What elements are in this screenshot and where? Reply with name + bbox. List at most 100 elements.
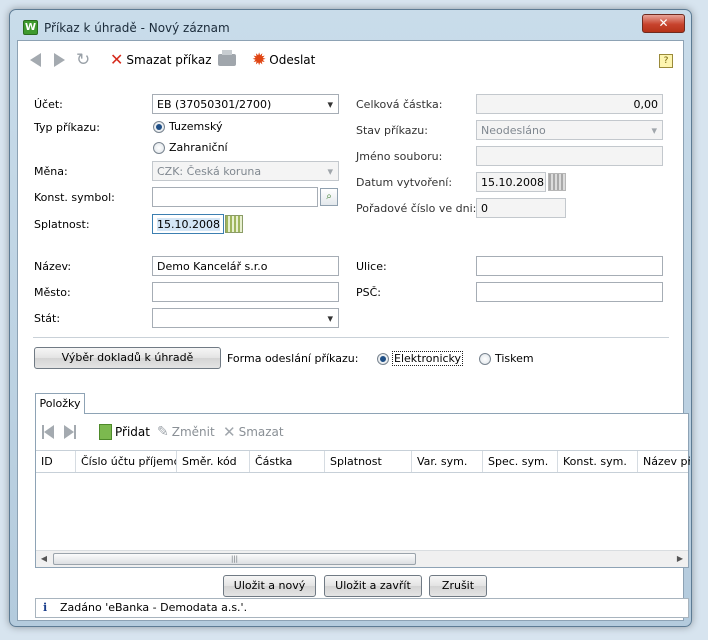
zip-input[interactable]: [476, 282, 663, 302]
electronic-text: Elektronicky: [392, 351, 464, 366]
main-toolbar: ↻ ✕ Smazat příkaz ✹ Odeslat ?: [18, 41, 683, 77]
total-amount-label: Celková částka:: [356, 98, 443, 111]
delete-order-button[interactable]: ✕ Smazat příkaz: [110, 50, 212, 70]
save-close-button[interactable]: Uložit a zavřít: [324, 575, 422, 597]
delete-x-icon: ✕: [110, 50, 124, 69]
horizontal-scrollbar[interactable]: ◀ ||| ▶: [36, 550, 688, 567]
print-radio[interactable]: [479, 353, 491, 365]
delete-item-button[interactable]: ✕ Smazat: [223, 422, 284, 442]
column-spec-symbol[interactable]: Spec. sym.: [483, 451, 558, 472]
toolbar-separator: [244, 50, 245, 70]
const-symbol-label: Konst. symbol:: [34, 191, 115, 204]
printer-icon: [218, 50, 236, 66]
first-record-button[interactable]: [42, 422, 54, 442]
delete-item-label: Smazat: [238, 425, 284, 439]
scroll-right-icon[interactable]: ▶: [675, 554, 685, 564]
items-toolbar-separator: [88, 422, 89, 442]
account-label: Účet:: [34, 98, 63, 111]
items-toolbar: Přidat ✎ Změnit ✕ Smazat: [36, 414, 688, 448]
last-record-button[interactable]: [64, 422, 76, 442]
gear-icon: ✹: [252, 50, 267, 70]
refresh-icon: ↻: [76, 50, 91, 70]
info-icon: i: [43, 601, 48, 614]
const-symbol-input[interactable]: [152, 187, 318, 207]
column-const-symbol[interactable]: Konst. sym.: [558, 451, 638, 472]
toolbar-separator: [211, 50, 212, 70]
print-button[interactable]: [218, 50, 236, 70]
order-state-label: Stav příkazu:: [356, 124, 428, 137]
help-icon[interactable]: ?: [659, 54, 673, 68]
daily-order-label: Pořadové číslo ve dni:: [356, 202, 477, 215]
file-name-label: Jméno souboru:: [356, 150, 443, 163]
close-button[interactable]: ✕: [642, 14, 685, 33]
name-label: Název:: [34, 260, 72, 273]
domestic-label[interactable]: Tuzemský: [169, 120, 223, 133]
edit-item-button[interactable]: ✎ Změnit: [157, 422, 215, 442]
due-date-label: Splatnost:: [34, 218, 90, 231]
electronic-radio[interactable]: [377, 353, 389, 365]
column-amount[interactable]: Částka: [250, 451, 325, 472]
add-item-button[interactable]: Přidat: [99, 422, 150, 442]
save-new-button[interactable]: Uložit a nový: [223, 575, 316, 597]
window-title: Příkaz k úhradě - Nový záznam: [44, 21, 230, 35]
column-due-date[interactable]: Splatnost: [325, 451, 412, 472]
currency-label: Měna:: [34, 165, 68, 178]
country-select[interactable]: [152, 308, 339, 328]
select-documents-button[interactable]: Výběr dokladů k úhradě: [34, 347, 221, 369]
delete-item-icon: ✕: [223, 423, 236, 441]
zip-label: PSČ:: [356, 286, 382, 299]
total-amount-field: 0,00: [476, 94, 663, 114]
daily-order-field: 0: [476, 198, 566, 218]
forward-button[interactable]: [54, 50, 65, 70]
edit-item-label: Změnit: [171, 425, 215, 439]
cancel-button[interactable]: Zrušit: [429, 575, 487, 597]
column-recipient-name[interactable]: Název příj: [638, 451, 690, 472]
section-divider: [33, 337, 669, 338]
first-record-icon: [42, 425, 54, 439]
due-date-value: 15.10.2008: [157, 218, 220, 231]
created-date-field: 15.10.2008: [476, 172, 546, 192]
items-grid-header: ID Číslo účtu příjemce Směr. kód Částka …: [36, 450, 690, 473]
scroll-left-icon[interactable]: ◀: [39, 554, 49, 564]
foreign-label[interactable]: Zahraniční: [169, 141, 228, 154]
column-bank-code[interactable]: Směr. kód: [177, 451, 250, 472]
refresh-button[interactable]: ↻: [76, 50, 90, 70]
dialog-client: ↻ ✕ Smazat příkaz ✹ Odeslat ? Účet: EB (…: [17, 40, 690, 621]
domestic-radio[interactable]: [153, 121, 165, 133]
street-input[interactable]: [476, 256, 663, 276]
items-panel: Přidat ✎ Změnit ✕ Smazat ID Číslo účtu p…: [35, 413, 690, 568]
arrow-left-icon: [30, 53, 41, 67]
add-document-icon: [99, 424, 112, 440]
column-id[interactable]: ID: [36, 451, 76, 472]
order-state-select: Neodesláno: [476, 120, 663, 140]
calendar-disabled-icon: [548, 173, 566, 191]
file-name-field: [476, 146, 663, 166]
column-account[interactable]: Číslo účtu příjemce: [76, 451, 177, 472]
foreign-radio[interactable]: [153, 142, 165, 154]
lookup-icon[interactable]: ⌕: [320, 188, 338, 206]
tab-items[interactable]: Položky: [35, 393, 85, 414]
delete-order-label: Smazat příkaz: [126, 53, 212, 67]
last-record-icon: [64, 425, 76, 439]
name-input[interactable]: Demo Kancelář s.r.o: [152, 256, 339, 276]
street-label: Ulice:: [356, 260, 387, 273]
back-button[interactable]: [30, 50, 41, 70]
print-label[interactable]: Tiskem: [495, 352, 534, 365]
scroll-thumb[interactable]: |||: [53, 553, 416, 565]
city-input[interactable]: [152, 282, 339, 302]
edit-pencil-icon: ✎: [157, 424, 169, 440]
add-item-label: Přidat: [115, 425, 150, 439]
city-label: Město:: [34, 286, 71, 299]
arrow-right-icon: [54, 53, 65, 67]
calendar-icon[interactable]: [225, 215, 243, 233]
currency-select[interactable]: CZK: Česká koruna: [152, 161, 339, 181]
title-bar[interactable]: W Příkaz k úhradě - Nový záznam ✕: [10, 10, 691, 38]
send-button[interactable]: ✹ Odeslat: [252, 50, 315, 70]
send-form-label: Forma odeslání příkazu:: [227, 352, 359, 365]
column-var-symbol[interactable]: Var. sym.: [412, 451, 483, 472]
electronic-label[interactable]: Elektronicky: [392, 351, 464, 366]
created-date-label: Datum vytvoření:: [356, 176, 453, 189]
due-date-input[interactable]: 15.10.2008: [152, 214, 224, 234]
account-select[interactable]: EB (37050301/2700): [152, 94, 339, 114]
status-bar: i Zadáno 'eBanka - Demodata a.s.'.: [35, 598, 689, 618]
